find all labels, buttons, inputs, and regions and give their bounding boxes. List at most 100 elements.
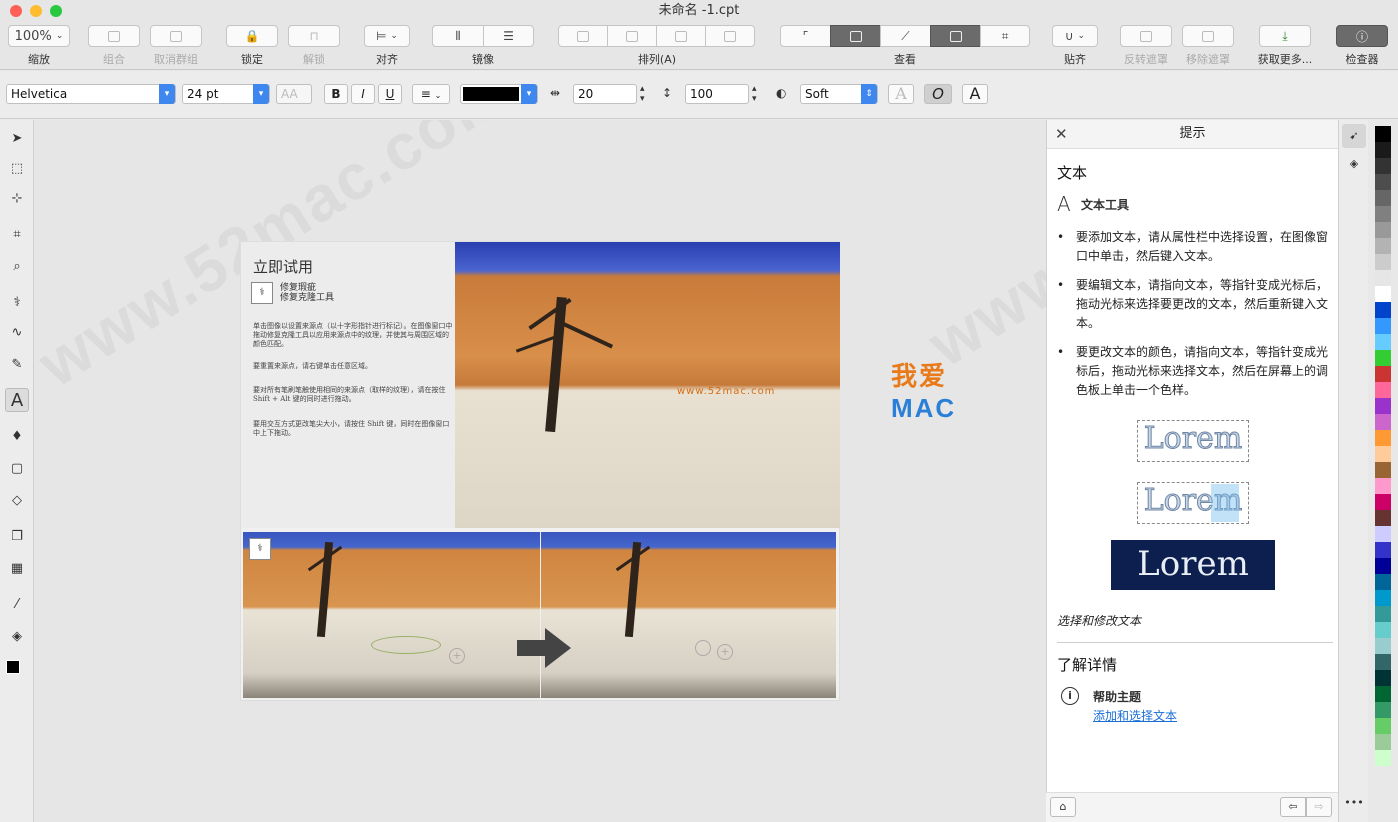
minimize-window-button[interactable] (30, 5, 42, 17)
text-tool[interactable]: A (5, 388, 29, 412)
palette-swatch[interactable] (1375, 702, 1391, 718)
text-color-picker[interactable]: ▾ (460, 84, 538, 104)
palette-swatch[interactable] (1375, 558, 1391, 574)
get-more-button[interactable]: ⤓ (1259, 25, 1311, 47)
underline-button[interactable]: U (378, 84, 402, 104)
palette-swatch[interactable] (1375, 622, 1391, 638)
palette-swatch[interactable] (1375, 286, 1391, 302)
canvas-area[interactable]: www.52mac.com www.52mac.com 立即试用 ⚕ 修复瑕疵 … (34, 120, 1046, 822)
drop-shadow-tool[interactable]: ❐ (5, 524, 29, 548)
group-button[interactable] (88, 25, 140, 47)
rectangle-mask-tool[interactable]: ⬚ (5, 156, 29, 180)
zoom-tool[interactable]: ⌕ (5, 254, 29, 278)
eraser-brush-tool[interactable]: ✎ (5, 352, 29, 376)
home-button[interactable]: ⌂ (1050, 797, 1076, 817)
palette-swatch[interactable] (1375, 446, 1391, 462)
text-align-dropdown[interactable]: ≡ ⌄ (412, 84, 450, 104)
palette-swatch[interactable] (1375, 590, 1391, 606)
crop-tool[interactable]: ⌗ (5, 222, 29, 246)
paint-tool[interactable]: ♦ (5, 424, 29, 448)
palette-swatch[interactable] (1375, 302, 1391, 318)
line-spacing-stepper[interactable]: ▴ ▾ (752, 84, 757, 104)
antialias-select[interactable]: Soft ⇕ (800, 84, 878, 104)
palette-swatch[interactable] (1375, 718, 1391, 734)
view-mask-button[interactable] (930, 25, 981, 47)
eraser-tool[interactable]: ◇ (5, 488, 29, 512)
line-spacing-input[interactable]: 100 (685, 84, 749, 104)
bold-button[interactable]: B (324, 84, 348, 104)
mask-transform-tool[interactable]: ⊹ (5, 186, 29, 210)
palette-swatch[interactable] (1375, 686, 1391, 702)
fill-tool[interactable]: ◈ (5, 624, 29, 648)
palette-swatch[interactable] (1375, 334, 1391, 350)
palette-swatch[interactable] (1375, 734, 1391, 750)
palette-swatch[interactable] (1375, 158, 1391, 174)
forward-button[interactable]: ⇨ (1306, 797, 1332, 817)
view-grid-button[interactable] (830, 25, 881, 47)
font-size-select[interactable]: 24 pt ▾ (182, 84, 270, 104)
help-topic-link[interactable]: 添加和选择文本 (1093, 707, 1177, 724)
char-spacing-stepper[interactable]: ▴ ▾ (640, 84, 645, 104)
align-dropdown[interactable]: ⊨ ⌄ (364, 25, 410, 47)
repair-clone-tool[interactable]: ⚕ (5, 290, 29, 314)
foreground-color-swatch[interactable] (6, 660, 20, 674)
mirror-horizontal-button[interactable]: ⫴ (432, 25, 484, 47)
palette-swatch[interactable] (1375, 670, 1391, 686)
unlock-button[interactable]: ⊓ (288, 25, 340, 47)
lock-button[interactable]: 🔒 (226, 25, 278, 47)
font-family-select[interactable]: Helvetica ▾ (6, 84, 176, 104)
pick-tool[interactable]: ➤ (5, 126, 29, 150)
palette-swatch[interactable] (1375, 270, 1391, 286)
palette-swatch[interactable] (1375, 526, 1391, 542)
palette-swatch[interactable] (1375, 542, 1391, 558)
palette-swatch[interactable] (1375, 414, 1391, 430)
view-bounding-box-button[interactable]: ⌗ (980, 25, 1030, 47)
palette-swatch[interactable] (1375, 750, 1391, 766)
palette-swatch[interactable] (1375, 174, 1391, 190)
palette-swatch[interactable] (1375, 462, 1391, 478)
arrange-forward-button[interactable] (607, 25, 657, 47)
italic-button[interactable]: I (351, 84, 375, 104)
zoom-dropdown[interactable]: 100% ⌄ (8, 25, 70, 47)
arrange-to-back-button[interactable] (705, 25, 755, 47)
palette-swatch[interactable] (1375, 606, 1391, 622)
hints-tab[interactable]: ➹ (1342, 124, 1366, 148)
font-style-select[interactable]: AA (276, 84, 312, 104)
palette-swatch[interactable] (1375, 638, 1391, 654)
remove-mask-button[interactable] (1182, 25, 1234, 47)
arrange-to-front-button[interactable] (558, 25, 608, 47)
mirror-vertical-button[interactable]: ☰ (483, 25, 534, 47)
more-options-button[interactable]: ••• (1342, 796, 1366, 816)
objects-tab[interactable]: ◈ (1342, 152, 1366, 176)
palette-swatch[interactable] (1375, 318, 1391, 334)
invert-mask-button[interactable] (1120, 25, 1172, 47)
text-outline-button[interactable]: A (888, 84, 914, 104)
palette-swatch[interactable] (1375, 494, 1391, 510)
palette-swatch[interactable] (1375, 366, 1391, 382)
char-spacing-input[interactable]: 20 (573, 84, 637, 104)
palette-swatch[interactable] (1375, 142, 1391, 158)
back-button[interactable]: ⇦ (1280, 797, 1306, 817)
palette-swatch[interactable] (1375, 126, 1391, 142)
red-eye-tool[interactable]: ∿ (5, 320, 29, 344)
palette-swatch[interactable] (1375, 238, 1391, 254)
palette-swatch[interactable] (1375, 574, 1391, 590)
view-rulers-button[interactable]: ⌜ (780, 25, 831, 47)
palette-swatch[interactable] (1375, 654, 1391, 670)
close-icon[interactable]: ✕ (1055, 120, 1068, 148)
palette-swatch[interactable] (1375, 222, 1391, 238)
palette-swatch[interactable] (1375, 206, 1391, 222)
palette-swatch[interactable] (1375, 254, 1391, 270)
palette-swatch[interactable] (1375, 430, 1391, 446)
ungroup-button[interactable] (150, 25, 202, 47)
palette-swatch[interactable] (1375, 398, 1391, 414)
text-italic-style-button[interactable]: O (924, 84, 952, 104)
inspector-button[interactable]: ⓘ (1336, 25, 1388, 47)
palette-swatch[interactable] (1375, 382, 1391, 398)
palette-swatch[interactable] (1375, 350, 1391, 366)
text-plain-button[interactable]: A (962, 84, 988, 104)
zoom-window-button[interactable] (50, 5, 62, 17)
eyedropper-tool[interactable]: ⁄ (5, 592, 29, 616)
snap-dropdown[interactable]: ∪ ⌄ (1052, 25, 1098, 47)
palette-swatch[interactable] (1375, 510, 1391, 526)
